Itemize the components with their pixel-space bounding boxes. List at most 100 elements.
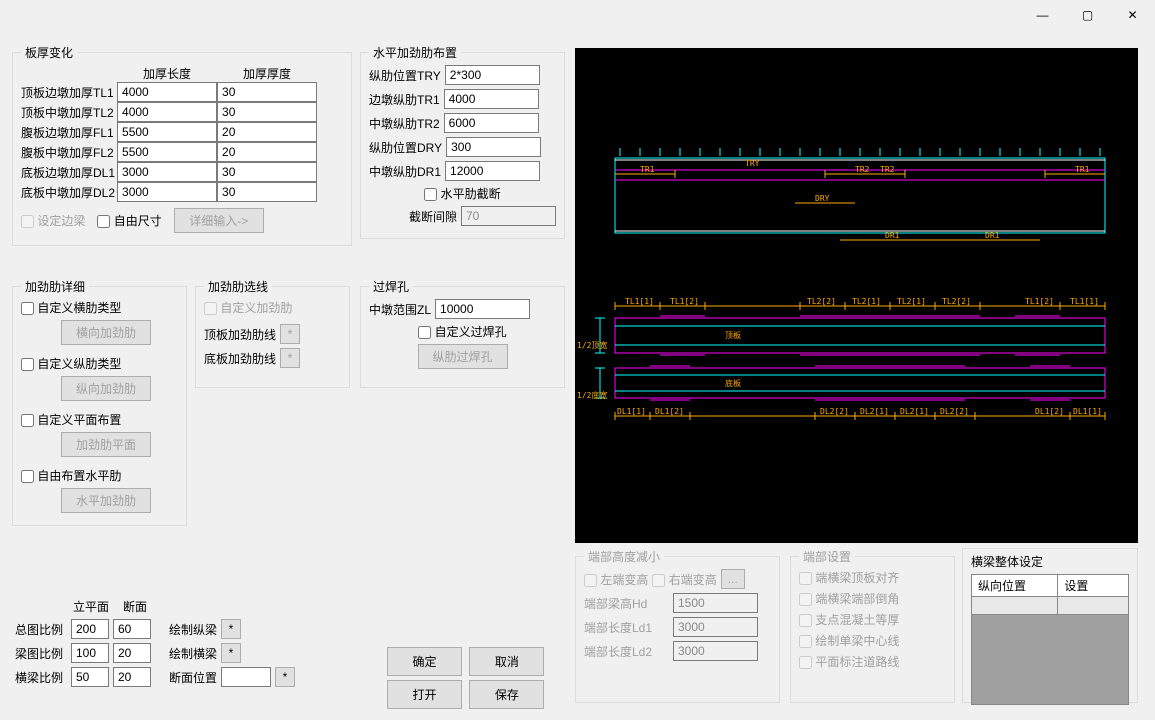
btn-top-stiff-line: *	[280, 324, 300, 344]
lbl-tr1: 边墩纵肋TR1	[369, 91, 440, 108]
btn-save[interactable]: 保存	[469, 680, 544, 709]
btn-detail-input: 详细输入->	[174, 208, 264, 233]
svg-text:DL2[2]: DL2[2]	[820, 407, 849, 416]
lbl-end-ld1: 端部长度Ld1	[584, 619, 669, 636]
input-tl2-len[interactable]	[117, 102, 217, 122]
svg-text:TRY: TRY	[745, 159, 760, 168]
window-close[interactable]: ✕	[1110, 0, 1155, 30]
input-tl1-len[interactable]	[117, 82, 217, 102]
input-fl1-len[interactable]	[117, 122, 217, 142]
chk-free-size[interactable]	[97, 215, 110, 228]
input-try[interactable]	[445, 65, 540, 85]
btn-v-stiff: 纵向加劲肋	[61, 376, 151, 401]
btn-draw-cross[interactable]: *	[221, 643, 241, 663]
panel-weld-hole: 过焊孔 中墩范围ZL 自定义过焊孔 纵肋过焊孔	[360, 278, 565, 388]
chk-end-top-align	[799, 572, 812, 585]
panel-end-settings: 端部设置 端横梁顶板对齐 端横梁端部倒角 支点混凝土等厚 绘制单梁中心线 平面标…	[790, 548, 955, 703]
input-beam-plan[interactable]	[71, 643, 109, 663]
chk-right-height	[652, 574, 665, 587]
input-tl2-thk[interactable]	[217, 102, 317, 122]
lbl-top-stiff-line: 顶板加劲肋线	[204, 326, 276, 343]
panel-weld-hole-legend: 过焊孔	[369, 278, 413, 295]
lbl-end-hd: 端部梁高Hd	[584, 595, 669, 612]
lbl-beam-ratio: 梁图比例	[15, 645, 67, 662]
chk-left-height	[584, 574, 597, 587]
beam-table-body[interactable]	[971, 615, 1129, 705]
input-tr2[interactable]	[444, 113, 539, 133]
window-maximize[interactable]: ▢	[1065, 0, 1110, 30]
svg-text:TL1[2]: TL1[2]	[670, 297, 699, 306]
svg-text:DL1[1]: DL1[1]	[617, 407, 646, 416]
btn-sec-pos[interactable]: *	[275, 667, 295, 687]
input-tr1[interactable]	[444, 89, 539, 109]
svg-text:TL2[1]: TL2[1]	[897, 297, 926, 306]
lbl-draw-long: 绘制纵梁	[169, 621, 217, 638]
col-plan: 立平面	[71, 598, 111, 615]
input-fl1-thk[interactable]	[217, 122, 317, 142]
chk-draw-single-center	[799, 635, 812, 648]
svg-text:TL1[2]: TL1[2]	[1025, 297, 1054, 306]
chk-custom-v-stiff[interactable]	[21, 358, 34, 371]
window-minimize[interactable]: —	[1020, 0, 1065, 30]
panel-h-stiffener: 水平加劲肋布置 纵肋位置TRY 边墩纵肋TR1 中墩纵肋TR2 纵肋位置DRY …	[360, 44, 565, 239]
panel-end-height-legend: 端部高度减小	[584, 548, 664, 565]
col-thicken-length: 加厚长度	[117, 65, 217, 82]
svg-text:1/2底宽: 1/2底宽	[577, 390, 607, 400]
svg-text:TL2[2]: TL2[2]	[942, 297, 971, 306]
lbl-sec-pos: 断面位置	[169, 669, 217, 686]
chk-custom-weld[interactable]	[418, 326, 431, 339]
input-sec-pos[interactable]	[221, 667, 271, 687]
input-cross-sec[interactable]	[113, 667, 151, 687]
col-thicken-thickness: 加厚厚度	[217, 65, 317, 82]
input-tl1-thk[interactable]	[217, 82, 317, 102]
btn-h-stiff: 横向加劲肋	[61, 320, 151, 345]
input-fl2-thk[interactable]	[217, 142, 317, 162]
panel-beam-settings: 横梁整体设定 纵向位置 设置	[962, 548, 1138, 703]
input-dl2-len[interactable]	[117, 182, 217, 202]
table-row[interactable]	[1058, 597, 1129, 615]
input-dry[interactable]	[446, 137, 541, 157]
input-dl1-len[interactable]	[117, 162, 217, 182]
btn-cancel[interactable]: 取消	[469, 647, 544, 676]
input-dl1-thk[interactable]	[217, 162, 317, 182]
input-dr1[interactable]	[445, 161, 540, 181]
lbl-cross-ratio: 横梁比例	[15, 669, 67, 686]
input-beam-sec[interactable]	[113, 643, 151, 663]
lbl-weld-range: 中墩范围ZL	[369, 301, 431, 318]
svg-text:TL1[1]: TL1[1]	[625, 297, 654, 306]
input-fl2-len[interactable]	[117, 142, 217, 162]
chk-support-concrete	[799, 614, 812, 627]
panel-stiff-line: 加劲肋选线 自定义加劲肋 顶板加劲肋线* 底板加劲肋线*	[195, 278, 350, 388]
chk-h-stiff-cut[interactable]	[424, 188, 437, 201]
lbl-dry: 纵肋位置DRY	[369, 139, 442, 156]
input-cross-plan[interactable]	[71, 667, 109, 687]
input-dl2-thk[interactable]	[217, 182, 317, 202]
lbl-cut-gap: 截断间隙	[409, 208, 457, 225]
btn-open[interactable]: 打开	[387, 680, 462, 709]
chk-custom-h-stiff[interactable]	[21, 302, 34, 315]
table-row[interactable]	[972, 597, 1058, 615]
panel-ratios: 立平面 断面 总图比例 绘制纵梁 * 梁图比例 绘制横梁 * 横梁比例 断面位置…	[15, 598, 295, 691]
lbl-end-ld2: 端部长度Ld2	[584, 643, 669, 660]
btn-draw-long[interactable]: *	[221, 619, 241, 639]
btn-ok[interactable]: 确定	[387, 647, 462, 676]
col-section: 断面	[115, 598, 155, 615]
panel-thickness-legend: 板厚变化	[21, 44, 77, 61]
chk-custom-stiff-line	[204, 302, 217, 315]
input-weld-range[interactable]	[435, 299, 530, 319]
chk-custom-plane[interactable]	[21, 414, 34, 427]
chk-end-chamfer	[799, 593, 812, 606]
chk-free-h-stiff[interactable]	[21, 470, 34, 483]
row-tl1-label: 顶板边墩加厚TL1	[21, 82, 117, 102]
svg-text:DL1[1]: DL1[1]	[1073, 407, 1102, 416]
lbl-tr2: 中墩纵肋TR2	[369, 115, 440, 132]
panel-stiff-detail-legend: 加劲肋详细	[21, 278, 89, 295]
svg-text:TL2[2]: TL2[2]	[807, 297, 836, 306]
row-fl2-label: 腹板中墩加厚FL2	[21, 142, 117, 162]
btn-end-height-dots: ...	[721, 569, 745, 589]
input-total-sec[interactable]	[113, 619, 151, 639]
row-fl1-label: 腹板边墩加厚FL1	[21, 122, 117, 142]
input-total-plan[interactable]	[71, 619, 109, 639]
lbl-draw-cross: 绘制横梁	[169, 645, 217, 662]
panel-end-height: 端部高度减小 左端变高 右端变高 ... 端部梁高Hd 端部长度Ld1 端部长度…	[575, 548, 780, 703]
